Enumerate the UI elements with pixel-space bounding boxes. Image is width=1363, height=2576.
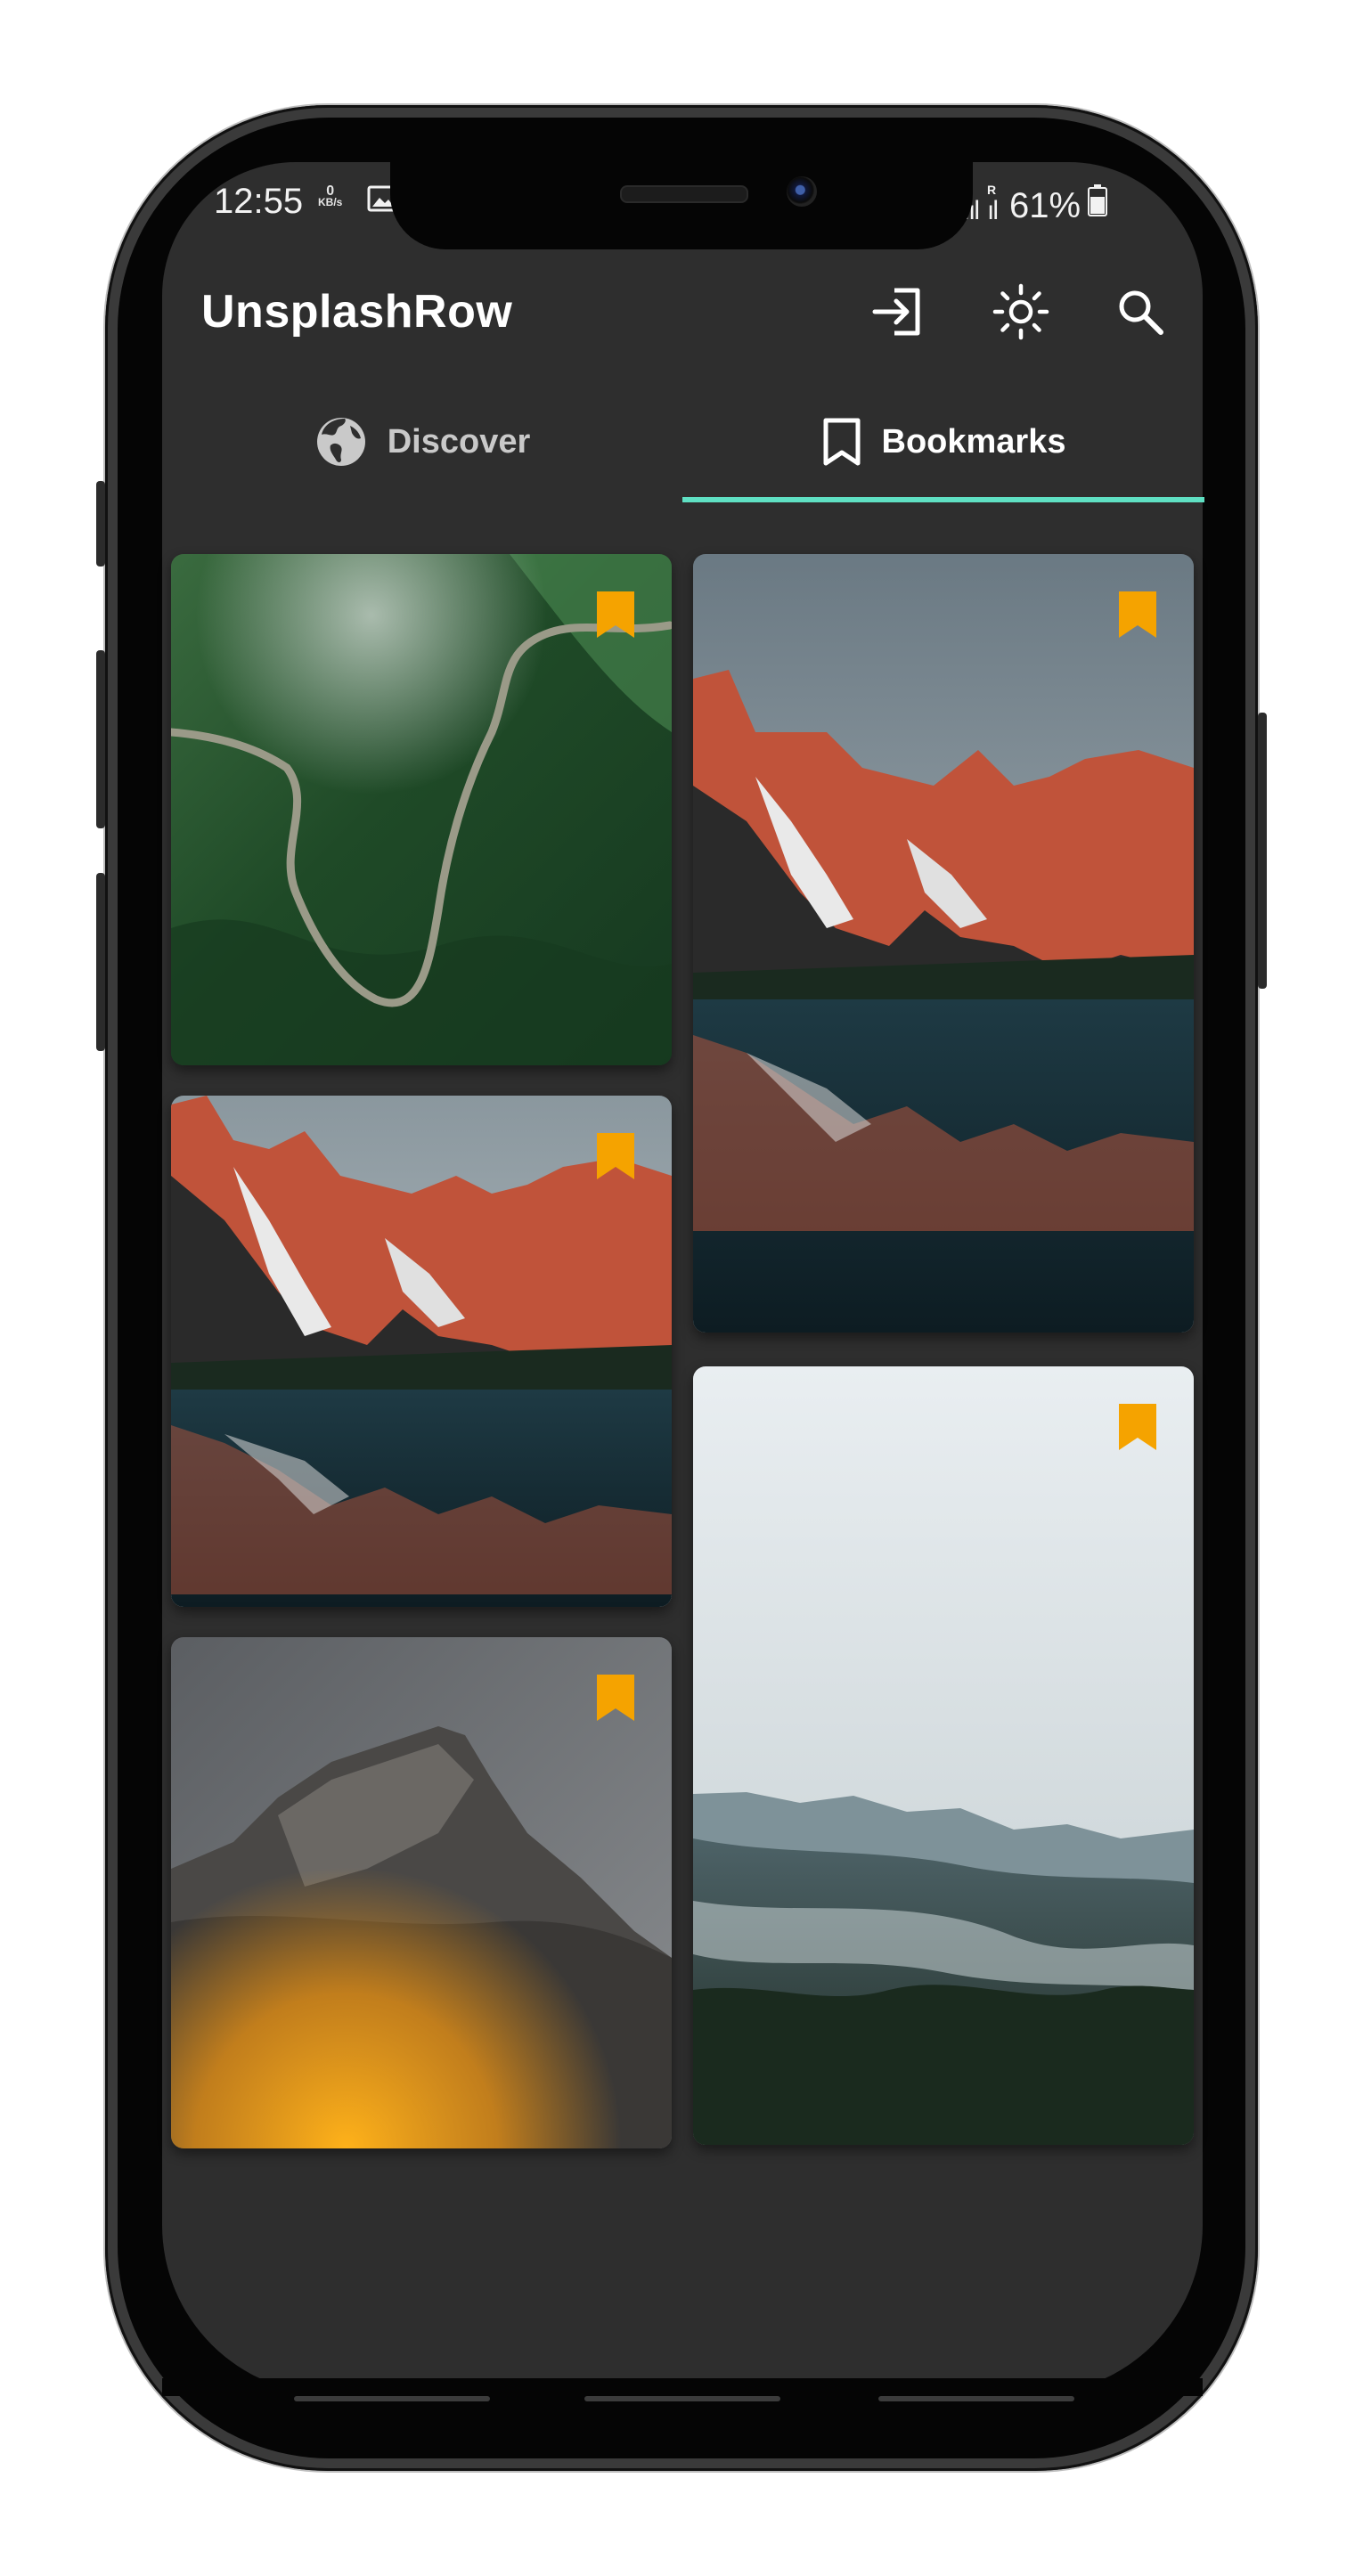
bookmark-icon[interactable]: [597, 1675, 634, 1721]
tab-bookmarks[interactable]: Bookmarks: [682, 379, 1204, 504]
status-time: 12:55: [214, 182, 304, 221]
nav-recents-bar[interactable]: [294, 2396, 490, 2401]
tab-indicator: [682, 497, 1204, 502]
tab-discover-label: Discover: [387, 422, 531, 461]
power-button: [1258, 713, 1267, 989]
search-icon: [1119, 290, 1163, 335]
bookmark-icon[interactable]: [597, 1133, 634, 1179]
photo-card[interactable]: [693, 554, 1194, 1333]
signal-strength-2: R ıl: [987, 183, 999, 226]
search-button[interactable]: [1105, 276, 1176, 347]
photo-mountain-lake-tall: [693, 554, 1194, 1333]
bookmark-icon[interactable]: [1119, 1404, 1156, 1450]
photo-misty-forest: [693, 1366, 1194, 2145]
login-icon: [872, 288, 920, 336]
notch: [390, 162, 973, 249]
theme-toggle-button[interactable]: [985, 276, 1057, 347]
battery-icon: [1088, 184, 1108, 221]
nav-back-bar[interactable]: [878, 2396, 1074, 2401]
net-speed-unit: KB/s: [318, 196, 343, 208]
photo-card[interactable]: [171, 1096, 672, 1607]
globe-icon: [316, 418, 365, 466]
bottom-bezel: [162, 2378, 1203, 2396]
bookmark-outline-icon: [823, 418, 860, 466]
app-title: UnsplashRow: [201, 286, 513, 338]
tab-discover[interactable]: Discover: [162, 379, 682, 504]
earpiece: [620, 185, 748, 203]
front-camera: [787, 176, 817, 207]
roaming-indicator: R: [987, 183, 997, 197]
nav-home-bar[interactable]: [584, 2396, 780, 2401]
phone-side-button: [96, 481, 105, 567]
status-right: 4.ıl R ıl 61%: [950, 183, 1108, 226]
net-speed-indicator: 0 KB/s: [318, 184, 343, 208]
volume-up-button: [96, 650, 105, 828]
bookmark-icon[interactable]: [597, 591, 634, 638]
bookmark-icon[interactable]: [1119, 591, 1156, 638]
login-button[interactable]: [862, 276, 934, 347]
photo-card[interactable]: [693, 1366, 1194, 2145]
battery-percent: 61%: [1009, 186, 1081, 225]
brightness-icon: [992, 283, 1049, 340]
photo-card[interactable]: [171, 554, 672, 1065]
volume-down-button: [96, 873, 105, 1051]
signal-bars-2: ıl: [987, 196, 999, 225]
photo-card[interactable]: [171, 1637, 672, 2148]
tab-bookmarks-label: Bookmarks: [881, 422, 1066, 461]
